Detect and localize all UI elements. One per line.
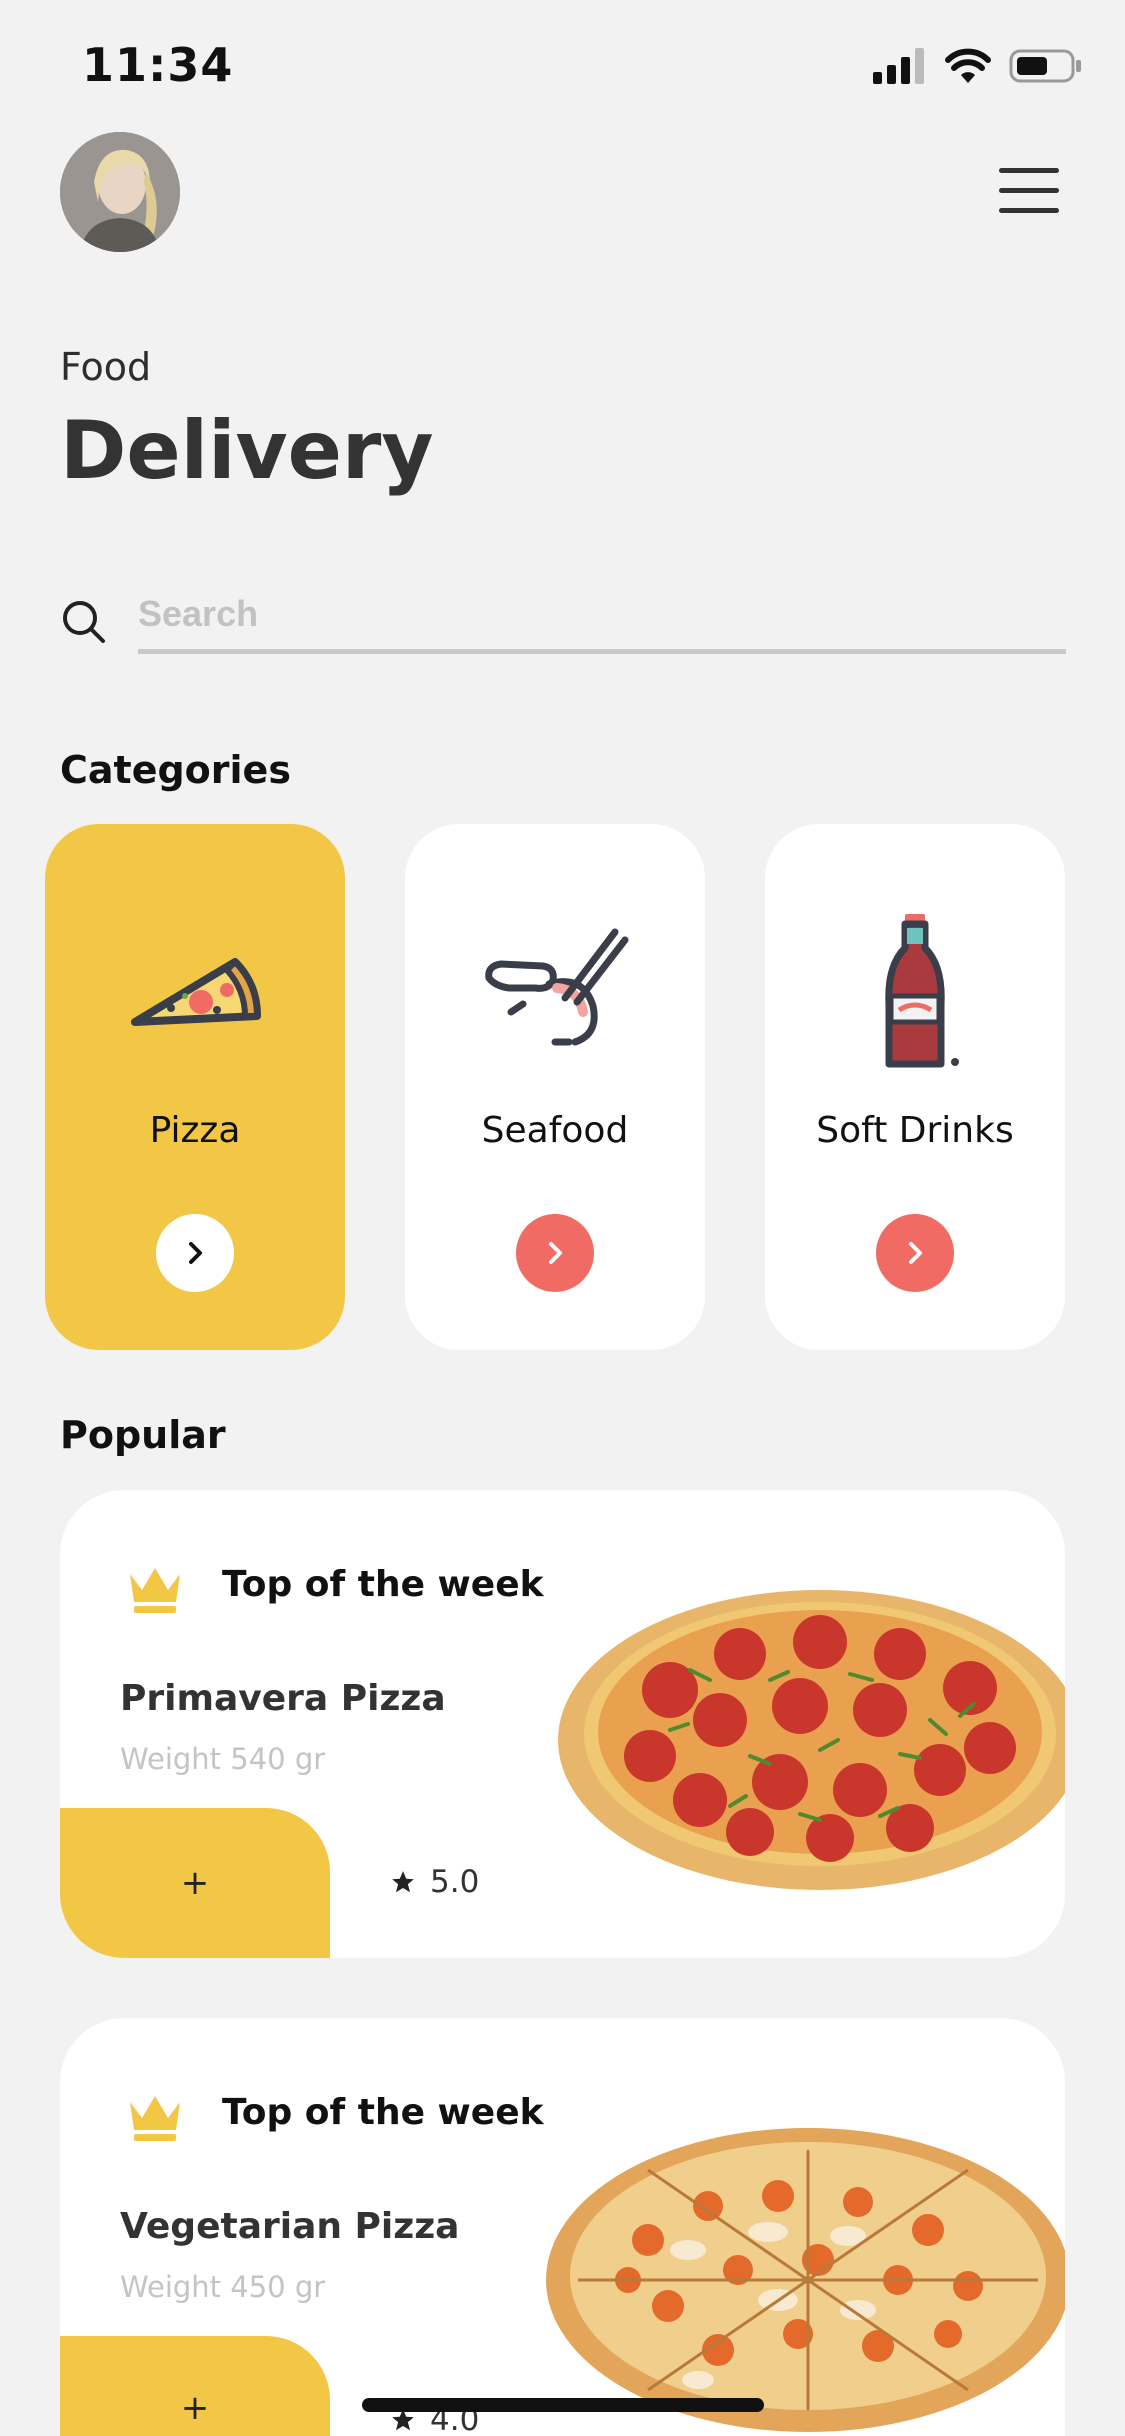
add-to-cart-button[interactable]: + (60, 1808, 330, 1958)
category-card-seafood[interactable]: Seafood (405, 824, 705, 1350)
category-open-button[interactable] (156, 1214, 234, 1292)
crown-icon (130, 2096, 180, 2141)
category-open-button[interactable] (876, 1214, 954, 1292)
search-icon (63, 601, 105, 643)
search-input[interactable] (138, 588, 1066, 654)
battery-icon (1009, 49, 1081, 83)
avatar[interactable] (60, 132, 180, 252)
item-name: Vegetarian Pizza (120, 2206, 460, 2247)
category-label: Seafood (481, 1110, 629, 1151)
category-open-button[interactable] (516, 1214, 594, 1292)
home-indicator (362, 2398, 764, 2412)
category-label: Soft Drinks (816, 1110, 1014, 1151)
pizza-slice-icon (131, 958, 261, 1026)
popular-title: Popular (60, 1413, 226, 1457)
categories-title: Categories (60, 748, 291, 792)
chevron-right-icon (909, 1242, 922, 1264)
chevron-right-icon (189, 1242, 202, 1264)
item-name: Primavera Pizza (120, 1678, 446, 1719)
shrimp-icon (485, 928, 629, 1046)
item-weight: Weight 450 gr (120, 2270, 326, 2304)
wifi-icon (945, 48, 991, 83)
cellular-signal-icon (873, 48, 924, 84)
popular-item-card[interactable]: Top of the week Vegetarian Pizza Weight … (60, 2018, 1065, 2436)
page-title: Delivery (60, 404, 434, 497)
rating-value: 5.0 (430, 1864, 480, 1900)
crown-icon (130, 1568, 180, 1613)
category-label: Pizza (149, 1110, 241, 1151)
item-badge: Top of the week (222, 1564, 544, 1605)
chevron-right-icon (549, 1242, 562, 1264)
category-card-pizza[interactable]: Pizza (45, 824, 345, 1350)
category-card-soft-drinks[interactable]: Soft Drinks (765, 824, 1065, 1350)
item-rating: 5.0 (390, 1864, 479, 1900)
menu-button[interactable] (999, 168, 1059, 216)
vegetarian-pizza-image (546, 2128, 1065, 2432)
status-icons (873, 48, 1083, 84)
item-badge: Top of the week (222, 2092, 544, 2133)
page-subtitle: Food (60, 345, 152, 389)
status-time: 11:34 (82, 38, 234, 92)
item-weight: Weight 540 gr (120, 1742, 326, 1776)
popular-item-card[interactable]: Top of the week Primavera Pizza Weight 5… (60, 1490, 1065, 1958)
soda-bottle-icon (885, 914, 959, 1068)
pepperoni-pizza-image (558, 1590, 1065, 1890)
add-to-cart-button[interactable]: + (60, 2336, 330, 2436)
star-icon (392, 1871, 414, 1893)
